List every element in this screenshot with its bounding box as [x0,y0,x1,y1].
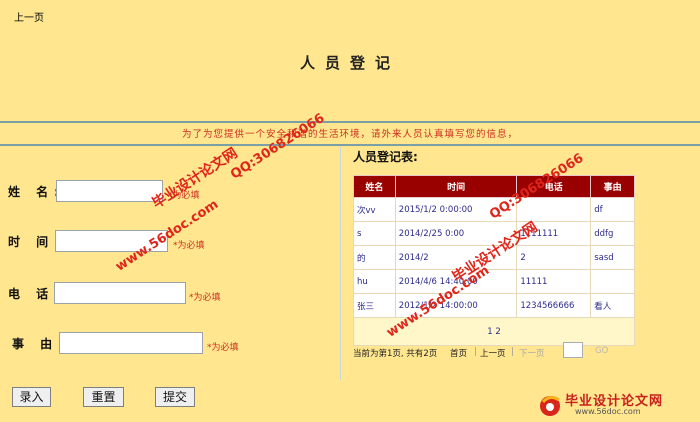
table-row: hu 2014/4/6 14:40:00 11111 [353,269,635,294]
table-title: 人员登记表: [353,150,418,164]
cell-phone: 1234566666 [516,293,592,318]
cell-phone [516,197,592,222]
reason-input[interactable] [59,332,203,354]
column-header: 电话 [516,175,592,198]
name-required-hint: *为必填 [168,191,200,201]
cell-reason: df [590,197,635,222]
table-page-links[interactable]: 1 2 [353,317,635,346]
go-button[interactable]: GO [595,346,608,356]
registration-table: 姓名 时间 电话 事由 次vv 2015/1/2 0:00:00 df s 20… [353,175,635,346]
cell-time: 2014/4/6 14:40:00 [394,269,518,294]
cell-name: 次vv [353,197,396,222]
cell-reason: sasd [590,245,635,270]
cell-reason: ddfg [590,221,635,246]
time-required-hint: *为必填 [173,241,205,251]
cell-time: 2015/1/2 0:00:00 [394,197,518,222]
divider-top [0,121,700,123]
pager-prev-link[interactable]: 上一页 [480,347,506,359]
reset-button[interactable]: 重置 [83,387,124,407]
cell-name: hu [353,269,396,294]
watermark-brand: 毕业设计论文网 [149,145,241,212]
cell-phone: 2 [516,245,592,270]
cell-name: 张三 [353,293,396,318]
pager-next-link[interactable]: 下一页 [519,347,545,359]
prev-page-link[interactable]: 上一页 [14,9,44,24]
table-header-row: 姓名 时间 电话 事由 [353,175,635,198]
divider-bottom [0,144,700,146]
logo-icon [540,395,560,416]
table-row: 的 2014/2 2 sasd [353,245,635,270]
column-header: 姓名 [353,175,396,198]
table-row: s 2014/2/25 0:00 1111111 ddfg [353,221,635,246]
column-header: 时间 [394,175,518,198]
submit-button[interactable]: 提交 [155,387,195,407]
cell-reason [590,269,635,294]
table-pager-row: 1 2 [353,317,635,346]
cell-reason: 看人 [590,293,635,318]
page-title: 人员登记 [299,54,400,72]
site-logo: 毕业设计论文网 www.56doc.com [535,390,695,420]
cell-name: 的 [353,245,396,270]
cell-time: 2012/1/2 14:00:00 [394,293,518,318]
column-divider [340,147,341,380]
pager-separator: | [474,347,477,357]
table-row: 张三 2012/1/2 14:00:00 1234566666 看人 [353,293,635,318]
pager-separator: | [511,347,514,357]
column-header: 事由 [590,175,635,198]
table-row: 次vv 2015/1/2 0:00:00 df [353,197,635,222]
time-input[interactable] [55,230,168,252]
name-input[interactable] [56,180,163,202]
enter-button[interactable]: 录入 [12,387,51,407]
phone-input[interactable] [54,282,186,304]
cell-phone: 1111111 [516,221,592,246]
notice-text: 为了为您提供一个安全和谐的生活环境，请外来人员认真填写您的信息， [181,129,518,140]
phone-required-hint: *为必填 [189,293,221,303]
pager-status: 当前为第1页, 共有2页 [353,349,438,359]
pager-first-link[interactable]: 首页 [450,347,467,359]
cell-name: s [353,221,396,246]
cell-time: 2014/2 [394,245,518,270]
cell-time: 2014/2/25 0:00 [394,221,518,246]
reason-required-hint: *为必填 [207,343,239,353]
page-number-input[interactable] [563,342,583,358]
cell-phone: 11111 [516,269,592,294]
logo-url-text: www.56doc.com [575,407,641,416]
